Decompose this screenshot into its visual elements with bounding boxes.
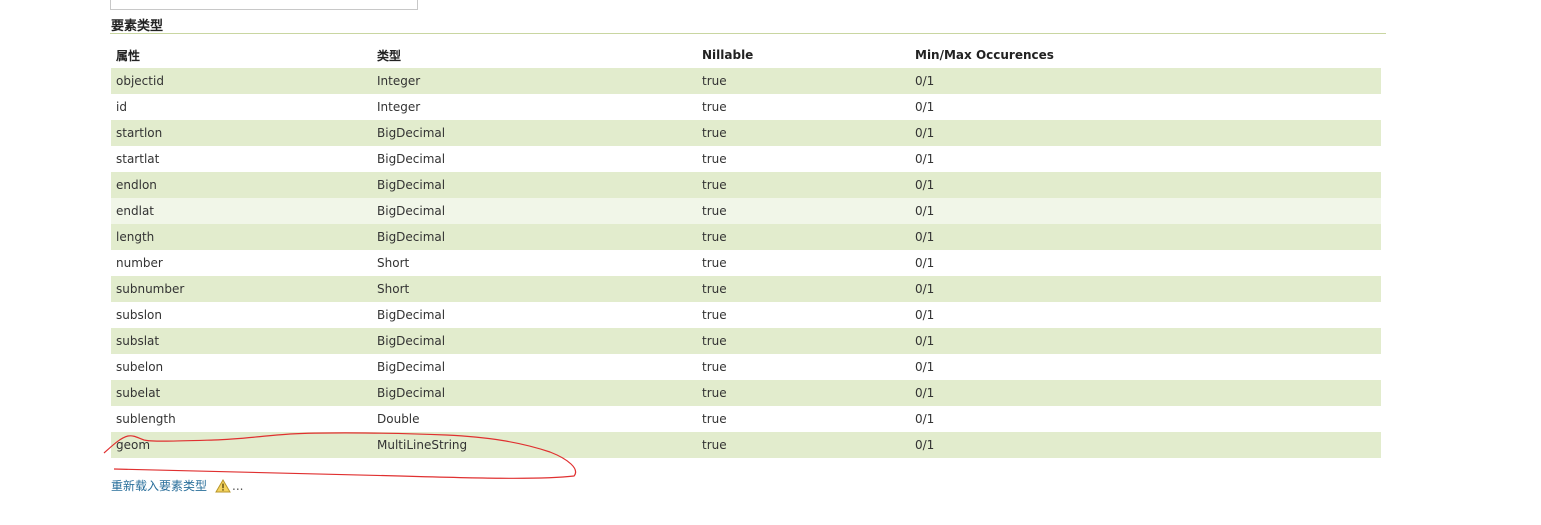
section-divider [110,33,1386,34]
attribute-cell: number [111,250,372,276]
attribute-cell: sublength [111,406,372,432]
table-row: subslat BigDecimal true 0/1 [111,328,1381,354]
table-row: endlat BigDecimal true 0/1 [111,198,1381,224]
occurences-cell: 0/1 [910,224,1381,250]
nillable-cell: true [697,302,910,328]
warning-ellipsis: ... [232,478,244,493]
feature-name-input[interactable] [110,0,418,10]
type-cell: Integer [372,94,697,120]
type-cell: BigDecimal [372,172,697,198]
type-cell: Short [372,276,697,302]
type-cell: Double [372,406,697,432]
table-row: objectid Integer true 0/1 [111,68,1381,94]
attribute-cell: id [111,94,372,120]
table-row: subelon BigDecimal true 0/1 [111,354,1381,380]
nillable-cell: true [697,224,910,250]
attribute-cell: endlon [111,172,372,198]
occurences-cell: 0/1 [910,302,1381,328]
nillable-cell: true [697,198,910,224]
nillable-cell: true [697,432,910,458]
attribute-table: 属性 类型 Nillable Min/Max Occurences object… [111,42,1381,458]
type-cell: BigDecimal [372,224,697,250]
attribute-cell: subelon [111,354,372,380]
occurences-cell: 0/1 [910,276,1381,302]
attribute-cell: subslat [111,328,372,354]
occurences-cell: 0/1 [910,328,1381,354]
occurences-cell: 0/1 [910,68,1381,94]
occurences-cell: 0/1 [910,380,1381,406]
column-header-occurences: Min/Max Occurences [915,48,1054,62]
attribute-cell: subnumber [111,276,372,302]
nillable-cell: true [697,354,910,380]
table-row: geom MultiLineString true 0/1 [111,432,1381,458]
nillable-cell: true [697,172,910,198]
type-cell: BigDecimal [372,328,697,354]
type-cell: BigDecimal [372,120,697,146]
type-cell: MultiLineString [372,432,697,458]
nillable-cell: true [697,94,910,120]
type-cell: BigDecimal [372,198,697,224]
attribute-cell: startlat [111,146,372,172]
table-row: subnumber Short true 0/1 [111,276,1381,302]
nillable-cell: true [697,406,910,432]
column-header-attribute: 属性 [116,48,141,63]
reload-feature-type: 重新载入要素类型 ... [111,477,243,494]
attribute-cell: startlon [111,120,372,146]
table-row: startlat BigDecimal true 0/1 [111,146,1381,172]
occurences-cell: 0/1 [910,198,1381,224]
occurences-cell: 0/1 [910,120,1381,146]
table-row: sublength Double true 0/1 [111,406,1381,432]
table-header-row: 属性 类型 Nillable Min/Max Occurences [111,42,1381,68]
column-header-type: 类型 [377,48,402,63]
nillable-cell: true [697,146,910,172]
table-row: number Short true 0/1 [111,250,1381,276]
attribute-cell: geom [111,432,372,458]
nillable-cell: true [697,328,910,354]
nillable-cell: true [697,380,910,406]
table-row: id Integer true 0/1 [111,94,1381,120]
table-row: endlon BigDecimal true 0/1 [111,172,1381,198]
type-cell: BigDecimal [372,380,697,406]
attribute-cell: endlat [111,198,372,224]
attribute-cell: objectid [111,68,372,94]
occurences-cell: 0/1 [910,146,1381,172]
type-cell: Integer [372,68,697,94]
type-cell: BigDecimal [372,146,697,172]
occurences-cell: 0/1 [910,432,1381,458]
column-header-nillable: Nillable [702,48,754,62]
occurences-cell: 0/1 [910,250,1381,276]
nillable-cell: true [697,250,910,276]
type-cell: BigDecimal [372,354,697,380]
attribute-cell: subslon [111,302,372,328]
type-cell: BigDecimal [372,302,697,328]
occurences-cell: 0/1 [910,94,1381,120]
nillable-cell: true [697,68,910,94]
nillable-cell: true [697,276,910,302]
occurences-cell: 0/1 [910,406,1381,432]
table-row: subslon BigDecimal true 0/1 [111,302,1381,328]
attribute-table-body: objectid Integer true 0/1 id Integer true 0/1 st… [111,68,1381,458]
section-title: 要素类型 [111,19,164,34]
warning-icon [215,478,231,493]
nillable-cell: true [697,120,910,146]
table-row: subelat BigDecimal true 0/1 [111,380,1381,406]
attribute-cell: length [111,224,372,250]
reload-feature-type-link[interactable]: 重新载入要素类型 [111,477,207,494]
attribute-cell: subelat [111,380,372,406]
type-cell: Short [372,250,697,276]
occurences-cell: 0/1 [910,172,1381,198]
occurences-cell: 0/1 [910,354,1381,380]
table-row: startlon BigDecimal true 0/1 [111,120,1381,146]
table-row: length BigDecimal true 0/1 [111,224,1381,250]
